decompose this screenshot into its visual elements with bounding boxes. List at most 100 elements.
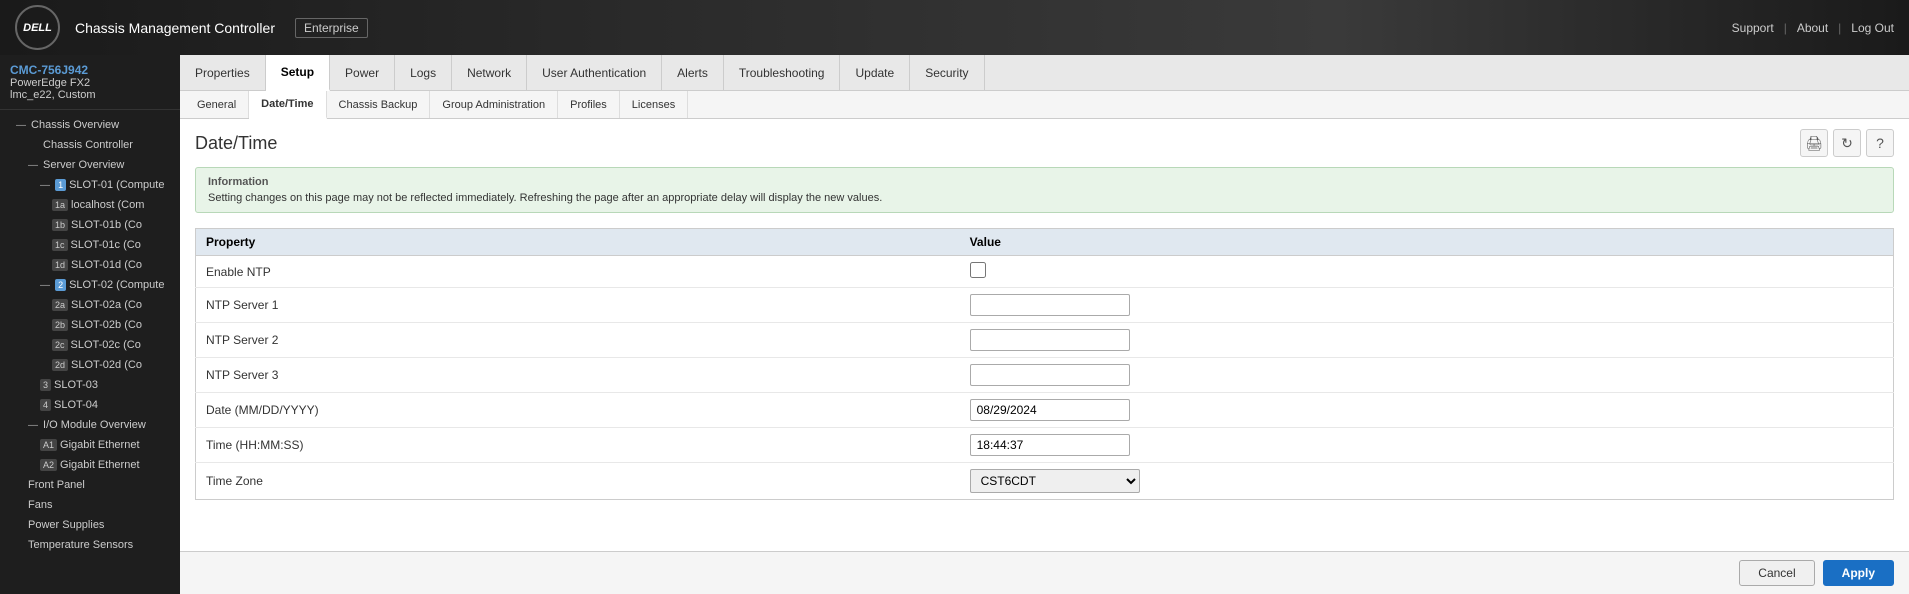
prop-date: Date (MM/DD/YYYY) bbox=[196, 393, 960, 428]
sidebar-item-slot04[interactable]: 4SLOT-04 bbox=[0, 395, 180, 415]
subtab-chassis-backup[interactable]: Chassis Backup bbox=[327, 91, 431, 118]
enable-ntp-checkbox[interactable] bbox=[970, 262, 986, 278]
sidebar-item-localhost[interactable]: 1alocalhost (Com bbox=[0, 195, 180, 215]
header-nav: Support | About | Log Out bbox=[1732, 21, 1894, 35]
table-row: Date (MM/DD/YYYY) bbox=[196, 393, 1894, 428]
sidebar-item-temp-sensors[interactable]: Temperature Sensors bbox=[0, 535, 180, 555]
tab-update[interactable]: Update bbox=[840, 55, 910, 90]
tab-logs[interactable]: Logs bbox=[395, 55, 452, 90]
prop-ntp2: NTP Server 2 bbox=[196, 323, 960, 358]
prop-enable-ntp: Enable NTP bbox=[196, 256, 960, 288]
tab-troubleshooting[interactable]: Troubleshooting bbox=[724, 55, 841, 90]
device-name[interactable]: CMC-756J942 bbox=[10, 63, 170, 77]
sidebar: CMC-756J942 PowerEdge FX2 lmc_e22, Custo… bbox=[0, 55, 180, 594]
table-row: Enable NTP bbox=[196, 256, 1894, 288]
ntp-server-3-input[interactable] bbox=[970, 364, 1130, 386]
sidebar-item-io-overview[interactable]: — I/O Module Overview bbox=[0, 415, 180, 435]
subtab-licenses[interactable]: Licenses bbox=[620, 91, 688, 118]
sidebar-tree: — Chassis Overview Chassis Controller — … bbox=[0, 110, 180, 560]
cancel-button[interactable]: Cancel bbox=[1739, 560, 1814, 586]
val-time bbox=[960, 428, 1894, 463]
col-property: Property bbox=[196, 229, 960, 256]
date-input[interactable] bbox=[970, 399, 1130, 421]
edition-badge: Enterprise bbox=[295, 18, 368, 38]
page-title: Date/Time bbox=[195, 133, 277, 154]
device-custom: lmc_e22, Custom bbox=[10, 89, 170, 101]
table-row: NTP Server 3 bbox=[196, 358, 1894, 393]
sidebar-item-power-supplies[interactable]: Power Supplies bbox=[0, 515, 180, 535]
subtab-group-admin[interactable]: Group Administration bbox=[430, 91, 558, 118]
top-nav: Properties Setup Power Logs Network User… bbox=[180, 55, 1909, 91]
sidebar-item-server-overview[interactable]: — Server Overview bbox=[0, 155, 180, 175]
sidebar-item-gigabit-a2[interactable]: A2Gigabit Ethernet bbox=[0, 455, 180, 475]
val-timezone: CST6CDT UTC EST5EDT MST7MDT PST8PDT bbox=[960, 463, 1894, 500]
table-row: Time Zone CST6CDT UTC EST5EDT MST7MDT PS… bbox=[196, 463, 1894, 500]
sidebar-item-gigabit-a1[interactable]: A1Gigabit Ethernet bbox=[0, 435, 180, 455]
print-button[interactable]: 🖨 bbox=[1800, 129, 1828, 157]
footer-bar: Cancel Apply bbox=[180, 551, 1909, 594]
sidebar-item-slot02d[interactable]: 2dSLOT-02d (Co bbox=[0, 355, 180, 375]
about-link[interactable]: About bbox=[1797, 21, 1828, 35]
tab-setup[interactable]: Setup bbox=[266, 55, 330, 91]
page-header: Date/Time 🖨 ↻ ? bbox=[195, 129, 1894, 157]
tab-security[interactable]: Security bbox=[910, 55, 984, 90]
page-icons: 🖨 ↻ ? bbox=[1800, 129, 1894, 157]
sidebar-item-slot02c[interactable]: 2cSLOT-02c (Co bbox=[0, 335, 180, 355]
page-content: Date/Time 🖨 ↻ ? Information Setting chan… bbox=[180, 119, 1909, 551]
ntp-server-1-input[interactable] bbox=[970, 294, 1130, 316]
main-layout: CMC-756J942 PowerEdge FX2 lmc_e22, Custo… bbox=[0, 55, 1909, 594]
prop-ntp3: NTP Server 3 bbox=[196, 358, 960, 393]
sidebar-item-slot02[interactable]: — 2SLOT-02 (Compute bbox=[0, 275, 180, 295]
subtab-profiles[interactable]: Profiles bbox=[558, 91, 620, 118]
properties-table: Property Value Enable NTP NTP Server 1 bbox=[195, 228, 1894, 500]
tab-user-auth[interactable]: User Authentication bbox=[527, 55, 662, 90]
sidebar-item-slot01b[interactable]: 1bSLOT-01b (Co bbox=[0, 215, 180, 235]
subtab-general[interactable]: General bbox=[185, 91, 249, 118]
sidebar-item-fans[interactable]: Fans bbox=[0, 495, 180, 515]
val-enable-ntp bbox=[960, 256, 1894, 288]
val-ntp3 bbox=[960, 358, 1894, 393]
sidebar-item-slot01d[interactable]: 1dSLOT-01d (Co bbox=[0, 255, 180, 275]
time-input[interactable] bbox=[970, 434, 1130, 456]
dell-logo: DELL bbox=[15, 5, 60, 50]
sidebar-item-chassis-overview[interactable]: — Chassis Overview bbox=[0, 115, 180, 135]
table-row: Time (HH:MM:SS) bbox=[196, 428, 1894, 463]
support-link[interactable]: Support bbox=[1732, 21, 1774, 35]
logout-link[interactable]: Log Out bbox=[1851, 21, 1894, 35]
device-info: CMC-756J942 PowerEdge FX2 lmc_e22, Custo… bbox=[0, 55, 180, 110]
app-title: Chassis Management Controller bbox=[75, 20, 275, 36]
info-header: Information bbox=[208, 176, 1881, 188]
sidebar-item-chassis-controller[interactable]: Chassis Controller bbox=[0, 135, 180, 155]
sidebar-item-slot02a[interactable]: 2aSLOT-02a (Co bbox=[0, 295, 180, 315]
refresh-button[interactable]: ↻ bbox=[1833, 129, 1861, 157]
header: DELL Chassis Management Controller Enter… bbox=[0, 0, 1909, 55]
sidebar-item-front-panel[interactable]: Front Panel bbox=[0, 475, 180, 495]
sidebar-item-slot03[interactable]: 3SLOT-03 bbox=[0, 375, 180, 395]
col-value: Value bbox=[960, 229, 1894, 256]
device-model: PowerEdge FX2 bbox=[10, 77, 170, 89]
sidebar-item-slot01c[interactable]: 1cSLOT-01c (Co bbox=[0, 235, 180, 255]
info-box: Information Setting changes on this page… bbox=[195, 167, 1894, 213]
prop-time: Time (HH:MM:SS) bbox=[196, 428, 960, 463]
subtab-datetime[interactable]: Date/Time bbox=[249, 91, 326, 119]
tab-alerts[interactable]: Alerts bbox=[662, 55, 724, 90]
help-button[interactable]: ? bbox=[1866, 129, 1894, 157]
info-message: Setting changes on this page may not be … bbox=[208, 192, 1881, 204]
prop-ntp1: NTP Server 1 bbox=[196, 288, 960, 323]
table-row: NTP Server 1 bbox=[196, 288, 1894, 323]
timezone-select[interactable]: CST6CDT UTC EST5EDT MST7MDT PST8PDT bbox=[970, 469, 1140, 493]
val-date bbox=[960, 393, 1894, 428]
sidebar-item-slot01[interactable]: — 1SLOT-01 (Compute bbox=[0, 175, 180, 195]
sidebar-item-slot02b[interactable]: 2bSLOT-02b (Co bbox=[0, 315, 180, 335]
table-row: NTP Server 2 bbox=[196, 323, 1894, 358]
ntp-server-2-input[interactable] bbox=[970, 329, 1130, 351]
tab-network[interactable]: Network bbox=[452, 55, 527, 90]
tab-properties[interactable]: Properties bbox=[180, 55, 266, 90]
val-ntp1 bbox=[960, 288, 1894, 323]
sub-nav: General Date/Time Chassis Backup Group A… bbox=[180, 91, 1909, 119]
tab-power[interactable]: Power bbox=[330, 55, 395, 90]
content-area: Properties Setup Power Logs Network User… bbox=[180, 55, 1909, 594]
prop-timezone: Time Zone bbox=[196, 463, 960, 500]
val-ntp2 bbox=[960, 323, 1894, 358]
apply-button[interactable]: Apply bbox=[1823, 560, 1894, 586]
